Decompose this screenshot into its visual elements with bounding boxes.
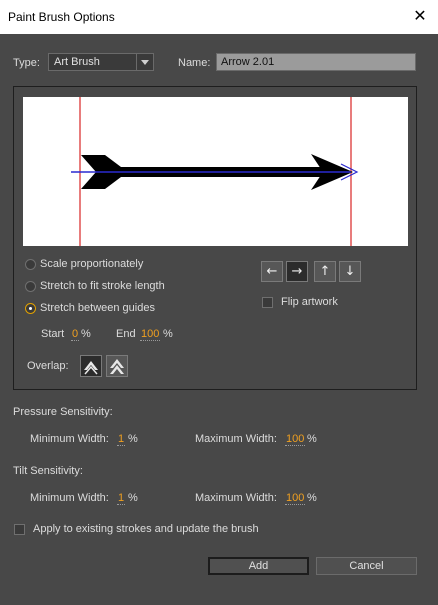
arrow-right-icon: →: [291, 264, 303, 279]
direction-up-button[interactable]: ↑: [314, 261, 336, 282]
tilt-min-unit: %: [128, 492, 138, 504]
scale-option-label: Stretch between guides: [40, 302, 155, 314]
brush-preview: [23, 97, 408, 246]
start-unit: %: [81, 328, 91, 340]
radio-stretch-fit[interactable]: [25, 281, 36, 292]
close-icon[interactable]: ✕: [410, 6, 430, 26]
radio-scale-proportionately[interactable]: [25, 259, 36, 270]
paint-brush-options-dialog: Paint Brush Options ✕ Type: Art Brush Na…: [0, 0, 438, 605]
tilt-max-width-label: Maximum Width:: [195, 492, 277, 504]
dialog-title: Paint Brush Options: [8, 10, 115, 24]
pressure-min-width-label: Minimum Width:: [30, 433, 109, 445]
scale-option-label: Scale proportionately: [40, 258, 144, 270]
overlap-adjust-button[interactable]: [80, 355, 102, 377]
pressure-sensitivity-heading: Pressure Sensitivity:: [13, 406, 113, 418]
overlap-none-icon: [110, 359, 124, 374]
apply-existing-strokes-label: Apply to existing strokes and update the…: [33, 523, 259, 535]
type-select-value: Art Brush: [54, 56, 100, 68]
direction-left-button[interactable]: ←: [261, 261, 283, 282]
pressure-max-unit: %: [307, 433, 317, 445]
flip-artwork-checkbox[interactable]: [262, 297, 273, 308]
type-select[interactable]: Art Brush: [48, 53, 154, 71]
tilt-max-width-field[interactable]: 100: [285, 492, 306, 505]
tilt-sensitivity-heading: Tilt Sensitivity:: [13, 465, 83, 477]
radio-stretch-between-guides[interactable]: [25, 303, 36, 314]
scale-option-label: Stretch to fit stroke length: [40, 280, 165, 292]
flip-artwork-label: Flip artwork: [281, 296, 338, 308]
name-label: Name:: [178, 57, 211, 69]
pressure-max-width-field[interactable]: 100: [285, 433, 306, 446]
tilt-min-width-field[interactable]: 1: [117, 492, 126, 505]
apply-existing-strokes-checkbox[interactable]: [14, 524, 25, 535]
end-label: End: [116, 328, 136, 340]
end-unit: %: [163, 328, 173, 340]
cancel-button[interactable]: Cancel: [316, 557, 417, 575]
type-label: Type:: [13, 57, 40, 69]
start-value-field[interactable]: 0: [71, 328, 80, 341]
arrow-up-icon: ↑: [319, 264, 331, 279]
tilt-max-unit: %: [307, 492, 317, 504]
add-button[interactable]: Add: [208, 557, 309, 575]
arrow-left-icon: ←: [266, 264, 278, 279]
name-field[interactable]: Arrow 2.01: [216, 53, 416, 71]
start-label: Start: [41, 328, 65, 340]
tilt-min-width-label: Minimum Width:: [30, 492, 109, 504]
overlap-adjust-icon: [84, 361, 98, 375]
overlap-none-button[interactable]: [106, 355, 128, 377]
direction-right-button[interactable]: →: [286, 261, 308, 282]
chevron-down-icon: [136, 54, 153, 70]
arrow-artwork-preview: [71, 97, 359, 246]
overlap-label: Overlap:: [27, 360, 69, 372]
end-value-field[interactable]: 100: [140, 328, 161, 341]
pressure-min-width-field[interactable]: 1: [117, 433, 126, 446]
arrow-down-icon: ↓: [344, 264, 356, 279]
title-bar: Paint Brush Options ✕: [0, 0, 438, 34]
pressure-min-unit: %: [128, 433, 138, 445]
direction-down-button[interactable]: ↓: [339, 261, 361, 282]
pressure-max-width-label: Maximum Width:: [195, 433, 277, 445]
